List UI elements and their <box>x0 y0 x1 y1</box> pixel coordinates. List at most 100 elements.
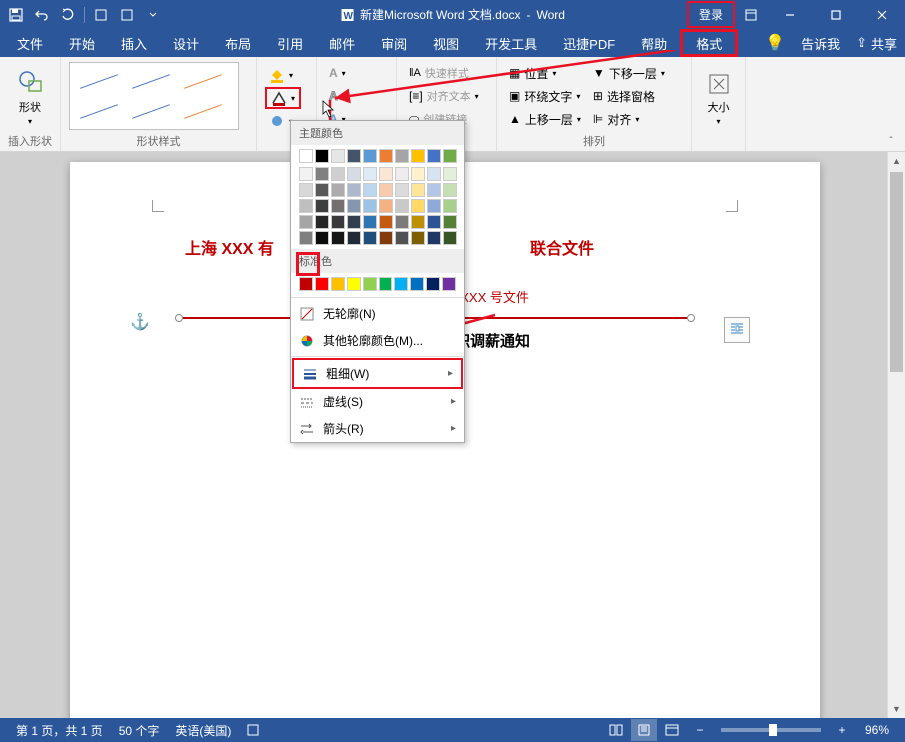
color-swatch[interactable] <box>395 231 409 245</box>
scroll-up-button[interactable]: ▲ <box>888 152 905 170</box>
vertical-scrollbar[interactable]: ▲ ▼ <box>887 152 905 718</box>
color-swatch[interactable] <box>315 167 329 181</box>
tab-layout[interactable]: 布局 <box>212 29 264 57</box>
qat-button-2[interactable] <box>115 3 139 27</box>
color-swatch[interactable] <box>315 215 329 229</box>
color-swatch[interactable] <box>347 277 361 291</box>
color-swatch[interactable] <box>299 167 313 181</box>
color-swatch[interactable] <box>315 277 329 291</box>
tab-pdf[interactable]: 迅捷PDF <box>550 29 628 57</box>
color-swatch[interactable] <box>299 231 313 245</box>
more-colors-item[interactable]: 其他轮廓颜色(M)... <box>291 327 464 354</box>
print-layout-button[interactable] <box>631 719 657 741</box>
shape-style-gallery[interactable] <box>69 62 239 130</box>
color-swatch[interactable] <box>379 149 393 163</box>
web-layout-button[interactable] <box>659 719 685 741</box>
resize-handle[interactable] <box>175 314 183 322</box>
color-swatch[interactable] <box>363 167 377 181</box>
send-backward-button[interactable]: ▼下移一层▾ <box>589 62 669 84</box>
macro-indicator[interactable] <box>239 724 267 736</box>
shape-outline-button[interactable]: ▾ <box>265 87 301 109</box>
zoom-out-button[interactable]: − <box>687 719 713 741</box>
shapes-button[interactable]: 形状 ▾ <box>8 62 52 130</box>
color-swatch[interactable] <box>394 277 408 291</box>
color-swatch[interactable] <box>315 199 329 213</box>
color-swatch[interactable] <box>379 231 393 245</box>
color-swatch[interactable] <box>363 231 377 245</box>
color-swatch[interactable] <box>426 277 440 291</box>
word-count[interactable]: 50 个字 <box>111 722 168 739</box>
selection-pane-button[interactable]: ⊞选择窗格 <box>589 85 669 107</box>
tab-mailings[interactable]: 邮件 <box>316 29 368 57</box>
document-text[interactable]: 上海 XXX 有 <box>185 235 274 259</box>
redo-button[interactable] <box>56 3 80 27</box>
tab-view[interactable]: 视图 <box>420 29 472 57</box>
color-swatch[interactable] <box>395 149 409 163</box>
wrap-text-button[interactable]: ▣环绕文字▾ <box>505 85 585 107</box>
color-swatch[interactable] <box>315 149 329 163</box>
qat-button-1[interactable] <box>89 3 113 27</box>
resize-handle[interactable] <box>687 314 695 322</box>
color-swatch[interactable] <box>395 199 409 213</box>
close-button[interactable] <box>859 0 905 29</box>
align-text-button[interactable]: [≡]对齐文本▾ <box>405 85 483 107</box>
color-swatch[interactable] <box>331 183 345 197</box>
color-swatch[interactable] <box>443 149 457 163</box>
color-swatch[interactable] <box>331 277 345 291</box>
color-swatch[interactable] <box>443 231 457 245</box>
tab-help[interactable]: 帮助 <box>628 29 680 57</box>
color-swatch[interactable] <box>411 183 425 197</box>
tab-insert[interactable]: 插入 <box>108 29 160 57</box>
no-outline-item[interactable]: 无轮廓(N) <box>291 300 464 327</box>
color-swatch[interactable] <box>411 231 425 245</box>
align-button[interactable]: ⊫对齐▾ <box>589 108 669 130</box>
color-swatch[interactable] <box>411 215 425 229</box>
color-swatch[interactable] <box>379 199 393 213</box>
color-swatch[interactable] <box>379 215 393 229</box>
color-swatch[interactable] <box>443 215 457 229</box>
color-swatch[interactable] <box>331 215 345 229</box>
bring-forward-button[interactable]: ▲上移一层▾ <box>505 108 585 130</box>
scroll-thumb[interactable] <box>890 172 903 372</box>
color-swatch[interactable] <box>395 215 409 229</box>
color-swatch[interactable] <box>347 149 361 163</box>
color-swatch[interactable] <box>299 215 313 229</box>
zoom-in-button[interactable]: + <box>829 719 855 741</box>
color-swatch[interactable] <box>299 149 313 163</box>
zoom-slider[interactable] <box>721 728 821 732</box>
color-swatch[interactable] <box>347 183 361 197</box>
qat-customize-button[interactable] <box>141 3 165 27</box>
color-swatch[interactable] <box>379 277 393 291</box>
tab-references[interactable]: 引用 <box>264 29 316 57</box>
color-swatch[interactable] <box>427 199 441 213</box>
collapse-ribbon-button[interactable]: ˆ <box>881 133 901 149</box>
tab-home[interactable]: 开始 <box>56 29 108 57</box>
arrows-submenu-item[interactable]: 箭头(R) ▸ <box>291 415 464 442</box>
color-swatch[interactable] <box>331 199 345 213</box>
color-swatch[interactable] <box>299 277 313 291</box>
color-swatch[interactable] <box>427 215 441 229</box>
login-button[interactable]: 登录 <box>687 1 735 28</box>
color-swatch[interactable] <box>299 199 313 213</box>
color-swatch[interactable] <box>331 231 345 245</box>
color-swatch[interactable] <box>395 167 409 181</box>
color-swatch[interactable] <box>443 199 457 213</box>
color-swatch[interactable] <box>427 231 441 245</box>
tab-file[interactable]: 文件 <box>4 29 56 57</box>
color-swatch[interactable] <box>347 199 361 213</box>
page-indicator[interactable]: 第 1 页，共 1 页 <box>8 722 111 739</box>
color-swatch[interactable] <box>379 183 393 197</box>
color-swatch[interactable] <box>299 183 313 197</box>
document-text[interactable]: 联合文件 <box>530 235 594 259</box>
color-swatch[interactable] <box>427 167 441 181</box>
quick-style-button[interactable]: ‖A快速样式 <box>405 62 483 84</box>
maximize-button[interactable] <box>813 0 859 29</box>
tab-format[interactable]: 格式 <box>680 29 738 57</box>
dashes-submenu-item[interactable]: 虚线(S) ▸ <box>291 388 464 415</box>
color-swatch[interactable] <box>410 277 424 291</box>
language-indicator[interactable]: 英语(美国) <box>167 722 239 739</box>
color-swatch[interactable] <box>363 277 377 291</box>
color-swatch[interactable] <box>427 183 441 197</box>
color-swatch[interactable] <box>379 167 393 181</box>
tab-design[interactable]: 设计 <box>160 29 212 57</box>
